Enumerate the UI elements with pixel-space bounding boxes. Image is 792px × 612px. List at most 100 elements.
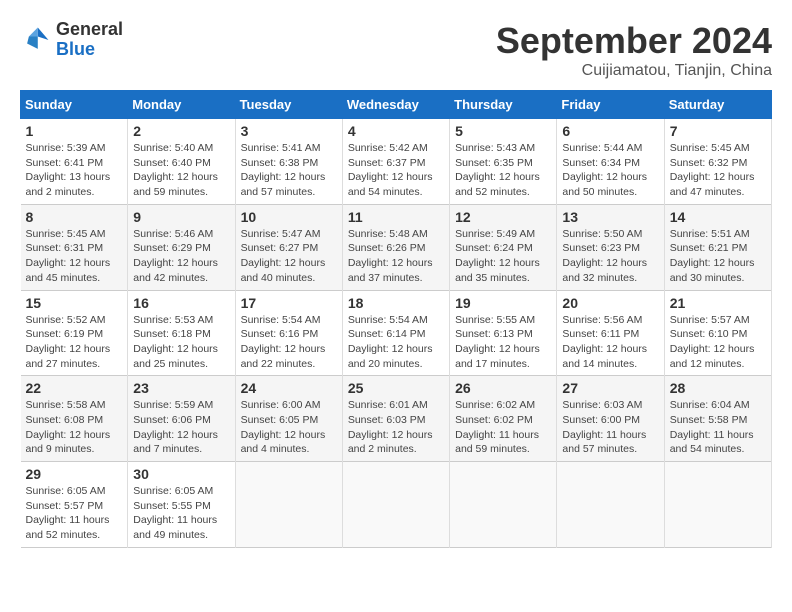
day-info: Sunrise: 5:52 AMSunset: 6:19 PMDaylight:… bbox=[26, 313, 123, 372]
weekday-header-row: SundayMondayTuesdayWednesdayThursdayFrid… bbox=[21, 91, 772, 119]
calendar-cell: 28 Sunrise: 6:04 AMSunset: 5:58 PMDayligh… bbox=[664, 376, 771, 462]
day-number: 4 bbox=[348, 123, 444, 139]
day-number: 26 bbox=[455, 380, 551, 396]
calendar-cell: 18 Sunrise: 5:54 AMSunset: 6:14 PMDayligh… bbox=[342, 290, 449, 376]
calendar-cell: 17Sunrise: 5:54 AMSunset: 6:16 PMDayligh… bbox=[235, 290, 342, 376]
day-info: Sunrise: 6:05 AMSunset: 5:55 PMDaylight:… bbox=[133, 484, 229, 543]
day-info: Sunrise: 5:57 AMSunset: 6:10 PMDaylight:… bbox=[670, 313, 766, 372]
day-info: Sunrise: 5:42 AMSunset: 6:37 PMDaylight:… bbox=[348, 141, 444, 200]
calendar-cell: 14 Sunrise: 5:51 AMSunset: 6:21 PMDayligh… bbox=[664, 204, 771, 290]
calendar-cell: 9 Sunrise: 5:46 AMSunset: 6:29 PMDaylight… bbox=[128, 204, 235, 290]
weekday-header: Wednesday bbox=[342, 91, 449, 119]
day-number: 18 bbox=[348, 295, 444, 311]
calendar-cell: 22 Sunrise: 5:58 AMSunset: 6:08 PMDayligh… bbox=[21, 376, 128, 462]
day-number: 11 bbox=[348, 209, 444, 225]
day-info: Sunrise: 5:50 AMSunset: 6:23 PMDaylight:… bbox=[562, 227, 658, 286]
day-number: 15 bbox=[26, 295, 123, 311]
day-number: 5 bbox=[455, 123, 551, 139]
day-info: Sunrise: 5:41 AMSunset: 6:38 PMDaylight:… bbox=[241, 141, 337, 200]
calendar-cell: 29 Sunrise: 6:05 AMSunset: 5:57 PMDayligh… bbox=[21, 462, 128, 548]
day-number: 12 bbox=[455, 209, 551, 225]
calendar-week-row: 1 Sunrise: 5:39 AMSunset: 6:41 PMDaylight… bbox=[21, 119, 772, 205]
day-info: Sunrise: 5:46 AMSunset: 6:29 PMDaylight:… bbox=[133, 227, 229, 286]
calendar-cell: 16 Sunrise: 5:53 AMSunset: 6:18 PMDayligh… bbox=[128, 290, 235, 376]
calendar-cell bbox=[664, 462, 771, 548]
day-info: Sunrise: 6:03 AMSunset: 6:00 PMDaylight:… bbox=[562, 398, 658, 457]
calendar-cell: 12Sunrise: 5:49 AMSunset: 6:24 PMDayligh… bbox=[450, 204, 557, 290]
weekday-header: Tuesday bbox=[235, 91, 342, 119]
page-header: GeneralBlue September 2024 Cuijiamatou, … bbox=[20, 20, 772, 80]
weekday-header: Thursday bbox=[450, 91, 557, 119]
calendar-cell: 10Sunrise: 5:47 AMSunset: 6:27 PMDayligh… bbox=[235, 204, 342, 290]
day-info: Sunrise: 5:54 AMSunset: 6:16 PMDaylight:… bbox=[241, 313, 337, 372]
calendar-cell bbox=[450, 462, 557, 548]
weekday-header: Monday bbox=[128, 91, 235, 119]
calendar-cell: 11 Sunrise: 5:48 AMSunset: 6:26 PMDayligh… bbox=[342, 204, 449, 290]
calendar-cell: 2Sunrise: 5:40 AMSunset: 6:40 PMDaylight… bbox=[128, 119, 235, 205]
day-info: Sunrise: 5:48 AMSunset: 6:26 PMDaylight:… bbox=[348, 227, 444, 286]
calendar-week-row: 8 Sunrise: 5:45 AMSunset: 6:31 PMDaylight… bbox=[21, 204, 772, 290]
day-info: Sunrise: 5:55 AMSunset: 6:13 PMDaylight:… bbox=[455, 313, 551, 372]
day-info: Sunrise: 5:39 AMSunset: 6:41 PMDaylight:… bbox=[26, 141, 123, 200]
day-number: 28 bbox=[670, 380, 766, 396]
day-number: 13 bbox=[562, 209, 658, 225]
calendar-cell: 21 Sunrise: 5:57 AMSunset: 6:10 PMDayligh… bbox=[664, 290, 771, 376]
day-info: Sunrise: 5:59 AMSunset: 6:06 PMDaylight:… bbox=[133, 398, 229, 457]
day-number: 23 bbox=[133, 380, 229, 396]
day-info: Sunrise: 6:04 AMSunset: 5:58 PMDaylight:… bbox=[670, 398, 766, 457]
calendar-cell: 27 Sunrise: 6:03 AMSunset: 6:00 PMDayligh… bbox=[557, 376, 664, 462]
calendar-cell: 26 Sunrise: 6:02 AMSunset: 6:02 PMDayligh… bbox=[450, 376, 557, 462]
weekday-header: Sunday bbox=[21, 91, 128, 119]
day-number: 3 bbox=[241, 123, 337, 139]
calendar-cell: 6 Sunrise: 5:44 AMSunset: 6:34 PMDaylight… bbox=[557, 119, 664, 205]
day-number: 27 bbox=[562, 380, 658, 396]
day-info: Sunrise: 5:43 AMSunset: 6:35 PMDaylight:… bbox=[455, 141, 551, 200]
calendar-cell: 25 Sunrise: 6:01 AMSunset: 6:03 PMDayligh… bbox=[342, 376, 449, 462]
day-info: Sunrise: 6:02 AMSunset: 6:02 PMDaylight:… bbox=[455, 398, 551, 457]
day-number: 14 bbox=[670, 209, 766, 225]
title-area: September 2024 Cuijiamatou, Tianjin, Chi… bbox=[496, 20, 772, 80]
calendar-week-row: 15 Sunrise: 5:52 AMSunset: 6:19 PMDayligh… bbox=[21, 290, 772, 376]
day-number: 6 bbox=[562, 123, 658, 139]
day-info: Sunrise: 6:01 AMSunset: 6:03 PMDaylight:… bbox=[348, 398, 444, 457]
day-info: Sunrise: 5:47 AMSunset: 6:27 PMDaylight:… bbox=[241, 227, 337, 286]
day-info: Sunrise: 5:53 AMSunset: 6:18 PMDaylight:… bbox=[133, 313, 229, 372]
calendar-cell: 30 Sunrise: 6:05 AMSunset: 5:55 PMDayligh… bbox=[128, 462, 235, 548]
calendar-cell: 24Sunrise: 6:00 AMSunset: 6:05 PMDayligh… bbox=[235, 376, 342, 462]
day-info: Sunrise: 6:00 AMSunset: 6:05 PMDaylight:… bbox=[241, 398, 337, 457]
calendar-cell: 5 Sunrise: 5:43 AMSunset: 6:35 PMDaylight… bbox=[450, 119, 557, 205]
day-number: 8 bbox=[26, 209, 123, 225]
calendar-table: SundayMondayTuesdayWednesdayThursdayFrid… bbox=[20, 90, 772, 548]
day-number: 19 bbox=[455, 295, 551, 311]
day-number: 16 bbox=[133, 295, 229, 311]
calendar-week-row: 29 Sunrise: 6:05 AMSunset: 5:57 PMDayligh… bbox=[21, 462, 772, 548]
weekday-header: Saturday bbox=[664, 91, 771, 119]
location: Cuijiamatou, Tianjin, China bbox=[496, 62, 772, 80]
calendar-week-row: 22 Sunrise: 5:58 AMSunset: 6:08 PMDayligh… bbox=[21, 376, 772, 462]
calendar-cell bbox=[557, 462, 664, 548]
day-number: 1 bbox=[26, 123, 123, 139]
day-number: 22 bbox=[26, 380, 123, 396]
day-number: 29 bbox=[26, 466, 123, 482]
logo: GeneralBlue bbox=[20, 20, 123, 60]
day-info: Sunrise: 5:54 AMSunset: 6:14 PMDaylight:… bbox=[348, 313, 444, 372]
day-info: Sunrise: 5:45 AMSunset: 6:31 PMDaylight:… bbox=[26, 227, 123, 286]
day-number: 21 bbox=[670, 295, 766, 311]
day-number: 20 bbox=[562, 295, 658, 311]
day-info: Sunrise: 6:05 AMSunset: 5:57 PMDaylight:… bbox=[26, 484, 123, 543]
day-number: 9 bbox=[133, 209, 229, 225]
calendar-cell: 3 Sunrise: 5:41 AMSunset: 6:38 PMDaylight… bbox=[235, 119, 342, 205]
calendar-cell: 8 Sunrise: 5:45 AMSunset: 6:31 PMDaylight… bbox=[21, 204, 128, 290]
month-title: September 2024 bbox=[496, 20, 772, 62]
calendar-cell: 20Sunrise: 5:56 AMSunset: 6:11 PMDayligh… bbox=[557, 290, 664, 376]
calendar-cell: 13 Sunrise: 5:50 AMSunset: 6:23 PMDayligh… bbox=[557, 204, 664, 290]
day-info: Sunrise: 5:58 AMSunset: 6:08 PMDaylight:… bbox=[26, 398, 123, 457]
day-number: 30 bbox=[133, 466, 229, 482]
day-info: Sunrise: 5:45 AMSunset: 6:32 PMDaylight:… bbox=[670, 141, 766, 200]
day-number: 25 bbox=[348, 380, 444, 396]
day-info: Sunrise: 5:44 AMSunset: 6:34 PMDaylight:… bbox=[562, 141, 658, 200]
calendar-cell: 15 Sunrise: 5:52 AMSunset: 6:19 PMDayligh… bbox=[21, 290, 128, 376]
calendar-cell: 19 Sunrise: 5:55 AMSunset: 6:13 PMDayligh… bbox=[450, 290, 557, 376]
logo-text: GeneralBlue bbox=[56, 20, 123, 60]
day-info: Sunrise: 5:51 AMSunset: 6:21 PMDaylight:… bbox=[670, 227, 766, 286]
